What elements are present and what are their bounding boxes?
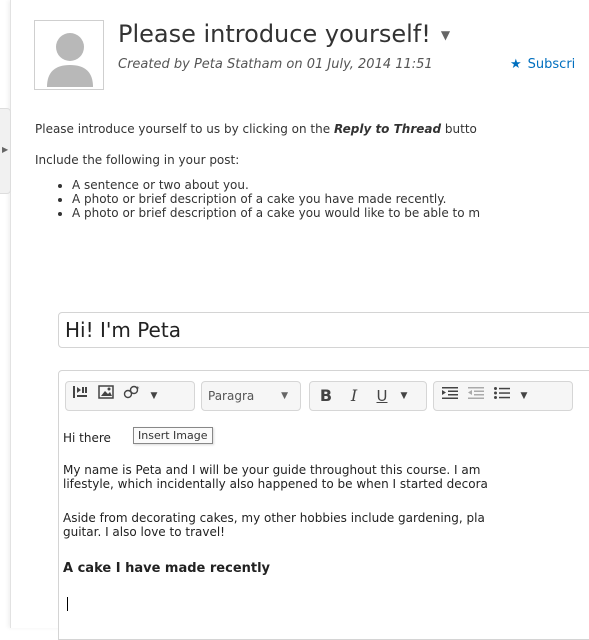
paragraph-line: lifestyle, which incidentally also happe… [63,477,488,491]
thread-title: Please introduce yourself! ▼ [118,20,450,48]
insert-group: * ▼ [65,381,195,411]
thread-meta: Created by Peta Statham on 01 July, 2014… [118,57,433,72]
greeting-line: Hi there [63,431,111,445]
intro-prefix: Please introduce yourself to us by click… [35,122,334,136]
insert-link-icon[interactable]: * [120,382,144,410]
list-item: A photo or brief description of a cake y… [72,192,480,206]
insert-dropdown-caret-icon[interactable]: ▼ [146,382,162,410]
list-item: A sentence or two about you. [72,178,480,192]
subscribe-link[interactable]: ★ Subscri [510,57,575,72]
star-icon: ★ [510,57,522,72]
intro-suffix: butto [441,122,477,136]
intro-bold: Reply to Thread [333,122,442,136]
text-style-caret-icon[interactable]: ▼ [396,382,412,410]
insert-media-icon[interactable] [68,382,92,410]
subject-input[interactable]: Hi! I'm Peta [58,312,589,348]
insert-image-icon[interactable] [94,382,118,410]
include-line: Include the following in your post: [35,153,240,167]
reply-editor[interactable]: * ▼ Paragra ▼ B I U ▼ ▼ Hi there My name… [58,370,589,640]
avatar [34,20,104,90]
paragraph-line: My name is Peta and I will be your guide… [63,463,481,477]
side-panel-toggle[interactable]: ▶ [0,108,11,194]
paragraph-group: ▼ [433,381,573,411]
list-caret-icon[interactable]: ▼ [516,382,532,410]
italic-button[interactable]: I [342,382,366,410]
title-menu-caret-icon[interactable]: ▼ [441,28,450,42]
text-cursor [67,597,68,611]
requirements-list: A sentence or two about you. A photo or … [60,178,480,220]
chevron-down-icon: ▼ [281,391,288,401]
subscribe-label: Subscri [527,57,576,72]
paragraph-format-value: Paragra [208,389,255,403]
thread-title-text: Please introduce yourself! [118,20,431,48]
text-style-group: B I U ▼ [309,381,427,411]
content-heading: A cake I have made recently [63,561,271,576]
bold-button[interactable]: B [314,382,338,410]
paragraph-format-select[interactable]: Paragra ▼ [201,381,301,411]
outdent-icon[interactable] [464,382,488,410]
paragraph-line: Aside from decorating cakes, my other ho… [63,511,485,525]
paragraph-line: guitar. I also love to travel! [63,525,225,539]
list-item: A photo or brief description of a cake y… [72,206,480,220]
chevron-right-icon: ▶ [2,145,9,154]
bullet-list-icon[interactable] [490,382,514,410]
indent-icon[interactable] [438,382,462,410]
editor-toolbar: * ▼ Paragra ▼ B I U ▼ ▼ [59,371,589,423]
svg-text:*: * [136,385,140,393]
intro-text: Please introduce yourself to us by click… [35,122,477,136]
insert-image-tooltip: Insert Image [133,427,213,444]
underline-button[interactable]: U [370,382,394,410]
